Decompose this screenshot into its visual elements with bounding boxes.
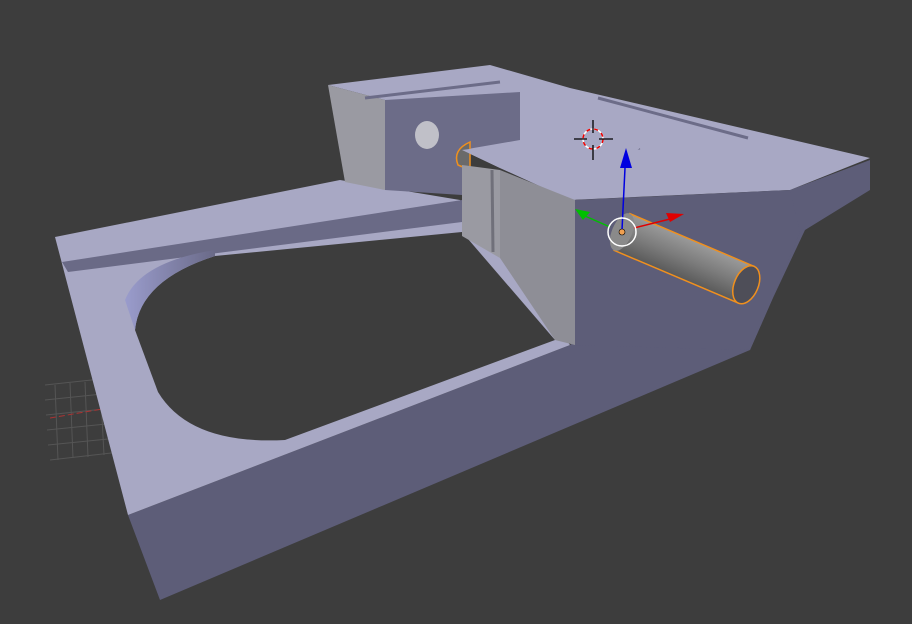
- screw-hole: [415, 121, 439, 149]
- fixed-jaw-left-face: [328, 85, 385, 190]
- moving-jaw-groove: [490, 169, 495, 253]
- viewport-scene[interactable]: [0, 0, 912, 624]
- 3d-viewport[interactable]: [0, 0, 912, 624]
- object-origin-icon: [618, 228, 626, 236]
